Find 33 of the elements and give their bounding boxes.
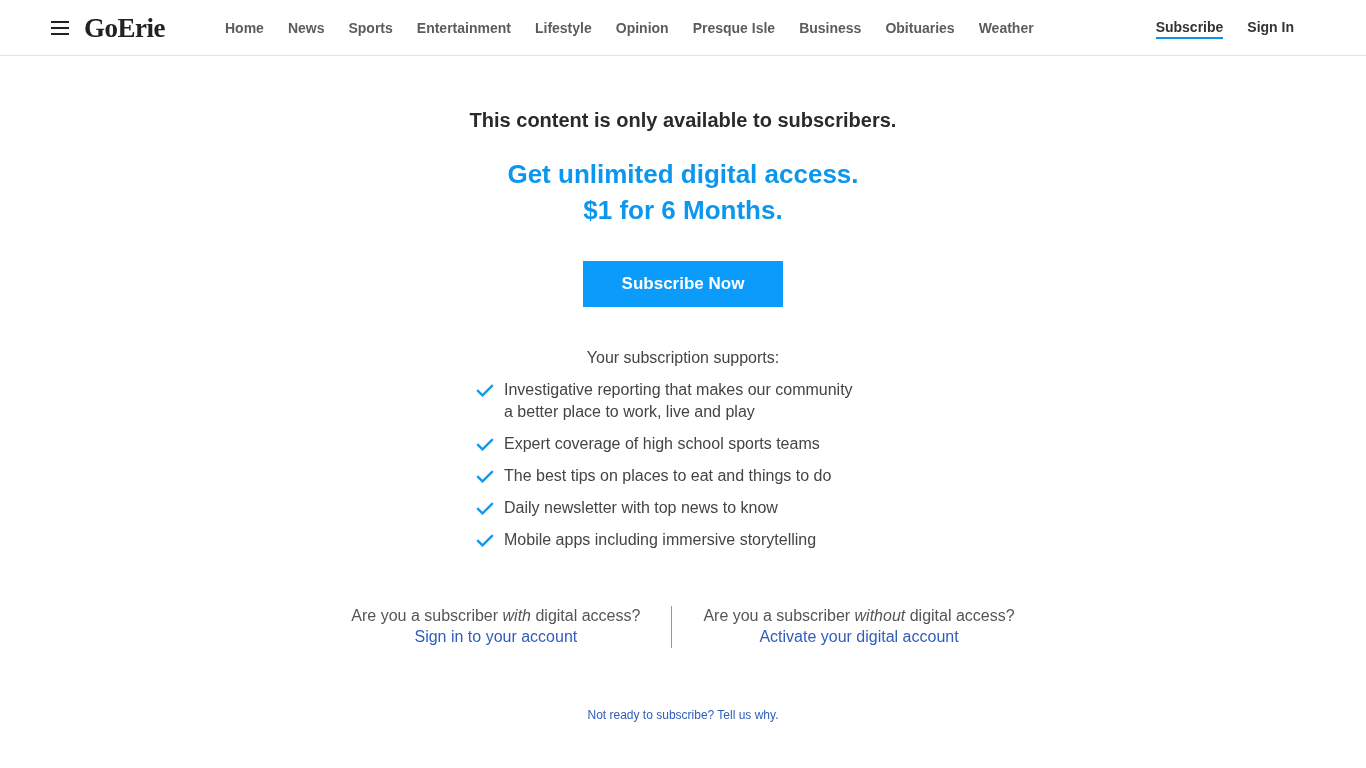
offer-headline: Get unlimited digital access. [507,158,859,191]
offer-headline: $1 for 6 Months. [583,194,783,227]
benefit-text: Mobile apps including immersive storytelling [504,530,817,550]
benefits-title: Your subscription supports: [586,348,780,368]
menu-icon[interactable] [51,20,69,35]
nav-link[interactable]: Lifestyle [534,19,592,36]
nav-link[interactable]: Weather [978,19,1034,36]
option-question: Are you a subscriber with digital access? [351,606,641,626]
check-icon [476,502,494,515]
check-icon [476,438,494,451]
nav-link[interactable]: Presque Isle [692,19,776,36]
check-icon [476,534,494,547]
nav-link[interactable]: Obituaries [885,19,955,36]
account-link[interactable]: Sign In [1247,16,1294,39]
feedback-link[interactable]: Not ready to subscribe? Tell us why. [587,707,779,723]
nav-link[interactable]: Sports [348,19,393,36]
site-logo[interactable]: GoErie [84,12,165,43]
benefit-text: The best tips on places to eat and things to do [504,466,832,486]
nav-link[interactable]: Business [799,19,862,36]
benefit-text: Daily newsletter with top news to know [504,498,778,518]
benefit-text: Investigative reporting that makes our community a better place to work, live and play [504,380,854,422]
check-icon [476,470,494,483]
nav-link[interactable]: Entertainment [416,19,511,36]
nav-link[interactable]: Home [225,19,264,36]
benefit-text: Expert coverage of high school sports teams [504,434,820,454]
check-icon [476,384,494,397]
paywall-notice: This content is only available to subscribers. [469,108,897,132]
account-option-link[interactable]: Sign in to your account [414,626,578,647]
nav-link[interactable]: Opinion [615,19,669,36]
account-link[interactable]: Subscribe [1155,16,1224,39]
option-question: Are you a subscriber without digital access? [703,606,1015,626]
account-option-link[interactable]: Activate your digital account [759,626,959,647]
nav-link[interactable]: News [287,19,325,36]
